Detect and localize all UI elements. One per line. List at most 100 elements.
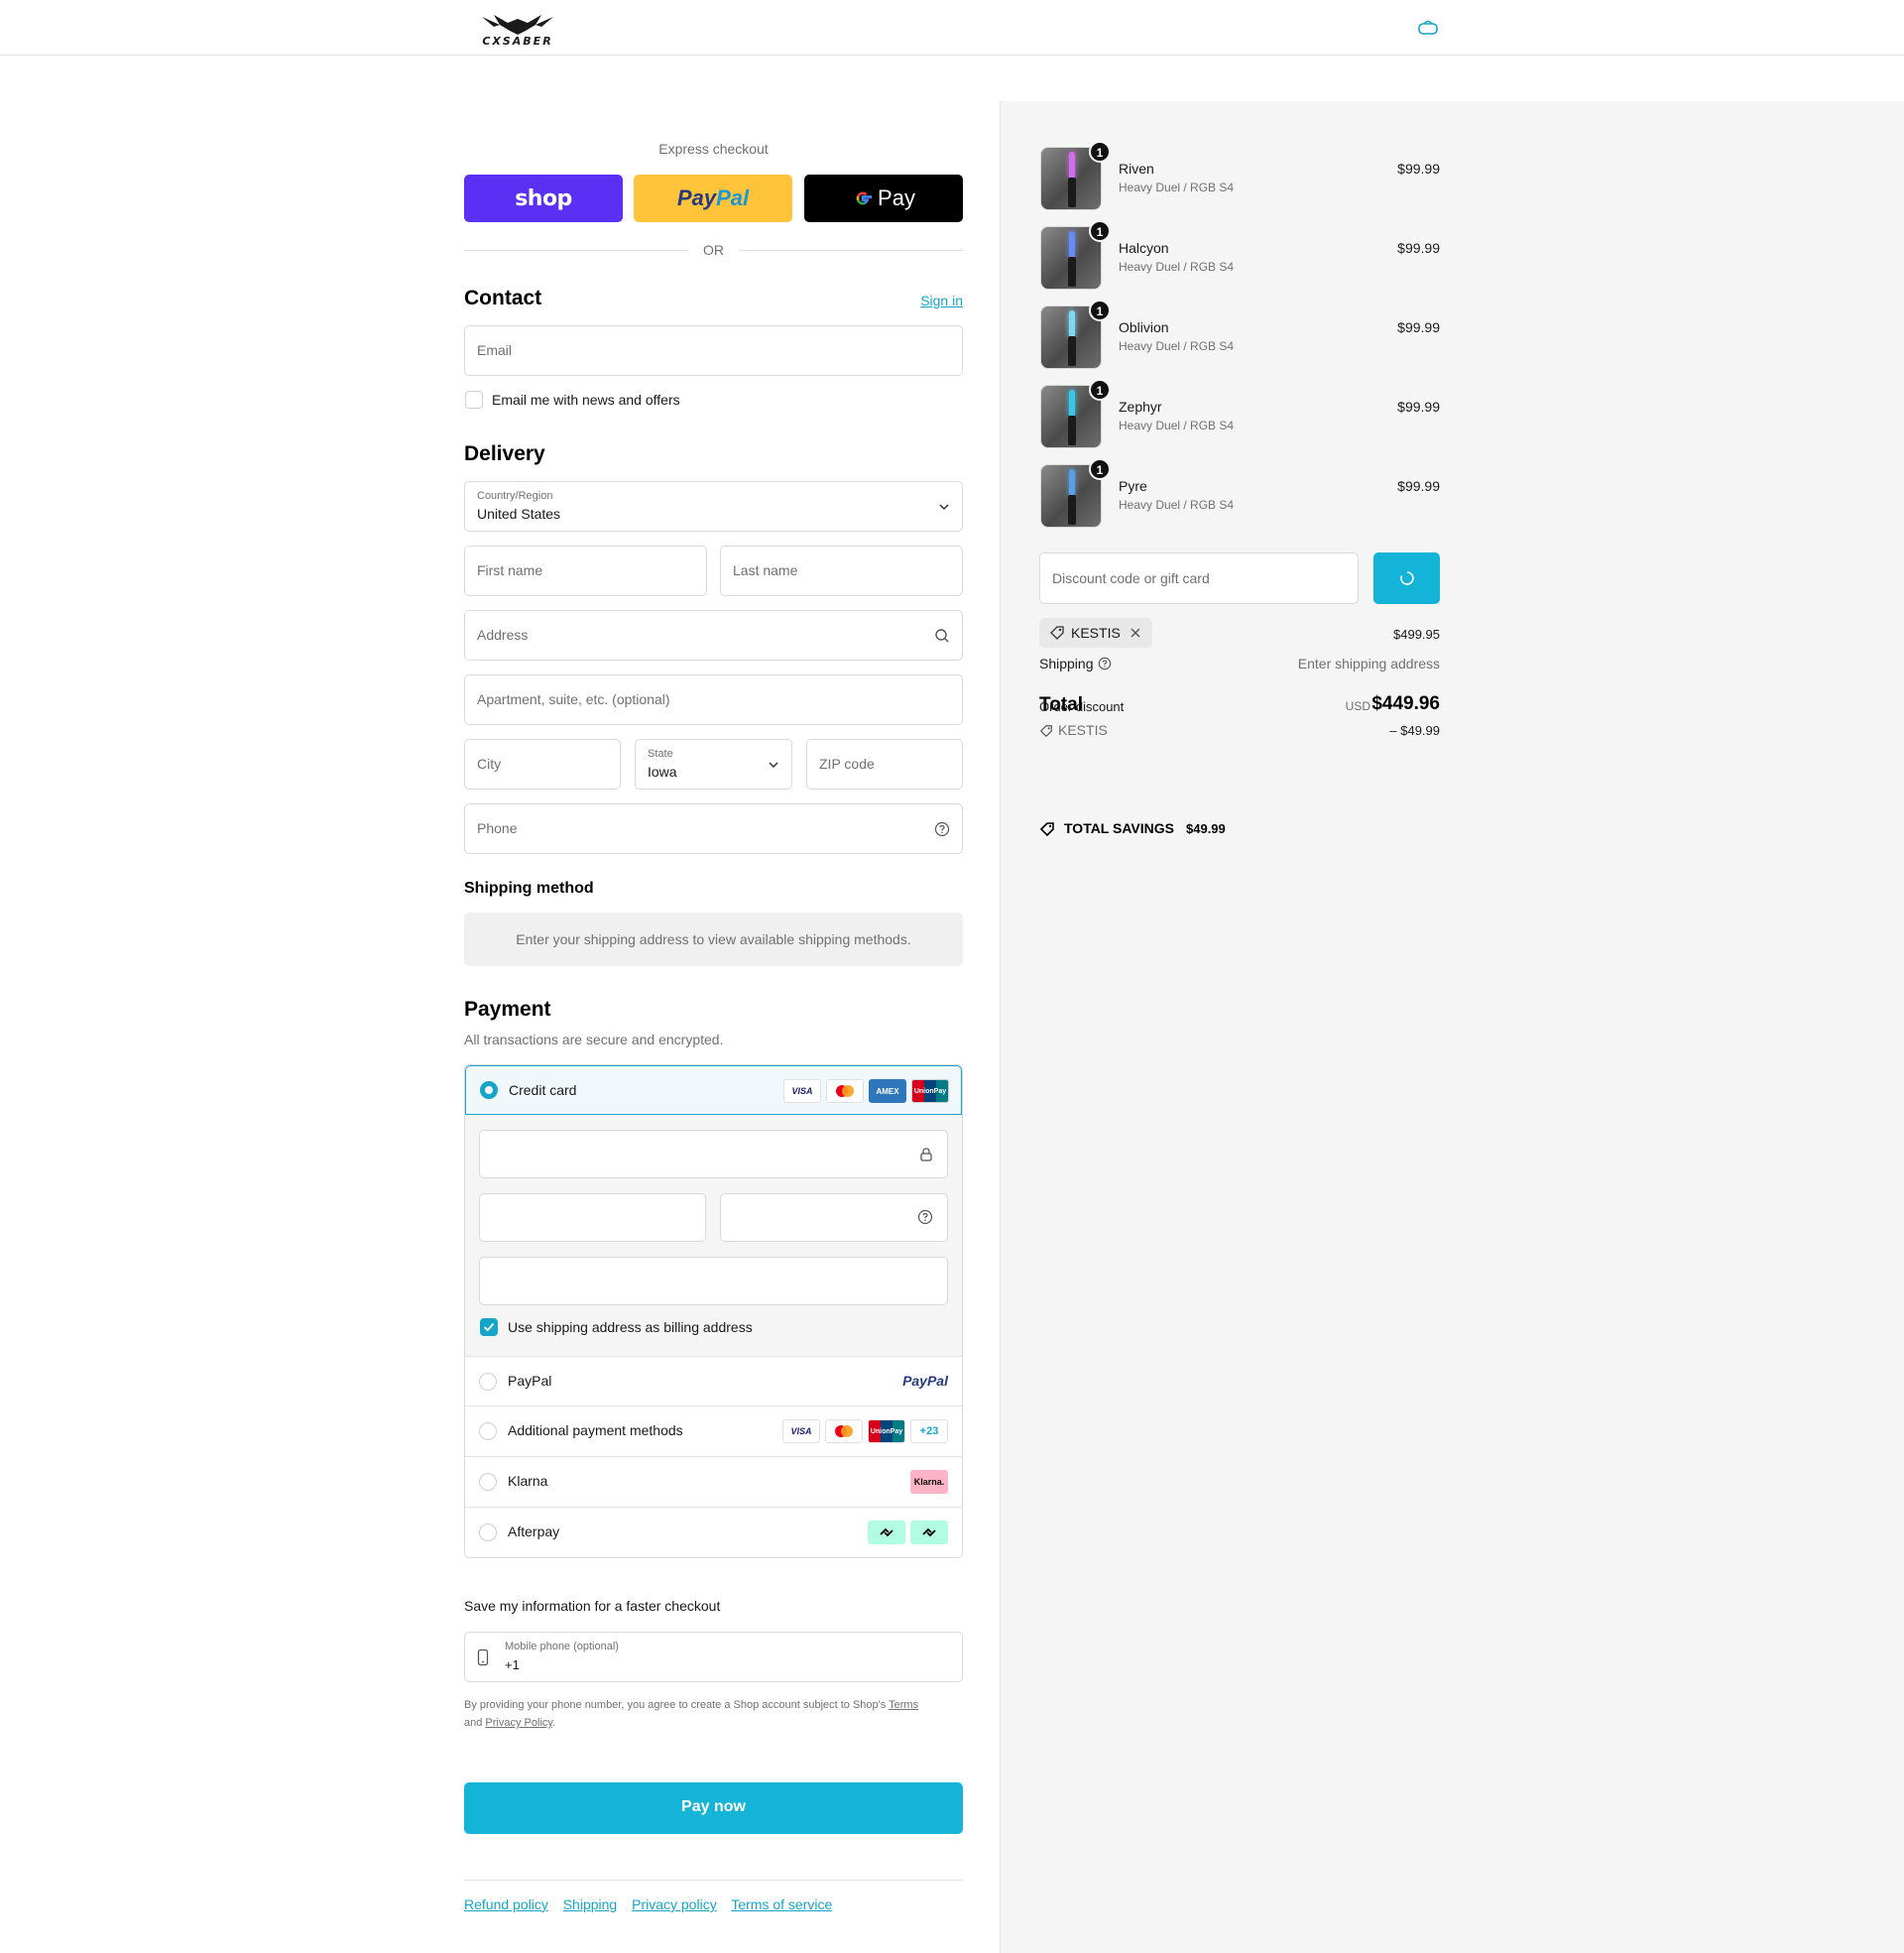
terms-link[interactable]: Terms (889, 1699, 918, 1711)
item-variant: Heavy Duel / RGB S4 (1119, 419, 1235, 432)
credit-card-form: Use shipping address as billing address (465, 1115, 962, 1356)
disclaimer-end: . (552, 1717, 556, 1729)
mobile-phone-field[interactable]: Mobile phone (optional) +1 (464, 1632, 963, 1682)
klarna-radio[interactable] (479, 1473, 497, 1491)
cart-item: 1 Zephyr Heavy Duel / RGB S4 $99.99 (1039, 379, 1440, 448)
visa-icon: VISA (782, 1419, 820, 1443)
item-name: Riven (1119, 161, 1154, 177)
afterpay-radio[interactable] (479, 1524, 497, 1541)
bag-icon[interactable] (1417, 19, 1439, 37)
credit-card-option[interactable]: Credit card VISA AMEX UnionPay (465, 1065, 962, 1115)
paypal-option[interactable]: PayPal PayPal (465, 1356, 962, 1406)
payment-methods: Credit card VISA AMEX UnionPay Use shipp… (464, 1064, 963, 1558)
state-select[interactable]: State Iowa (635, 739, 792, 790)
expiration-field[interactable] (479, 1193, 706, 1242)
logo-text: CXSABER (482, 35, 552, 47)
privacy-policy-link[interactable]: Privacy Policy (485, 1717, 552, 1729)
city-field[interactable]: City (464, 739, 621, 790)
apply-discount-button[interactable] (1373, 552, 1440, 604)
help-icon[interactable] (934, 821, 950, 837)
google-g-icon (856, 191, 873, 205)
close-icon[interactable] (1130, 627, 1141, 639)
phone-placeholder: Phone (477, 820, 518, 836)
chevron-down-icon (769, 762, 778, 769)
google-pay-button[interactable]: Pay (804, 175, 963, 222)
express-checkout-title: Express checkout (658, 141, 769, 157)
address-placeholder: Address (477, 627, 529, 643)
cxsaber-logo[interactable]: CXSABER (464, 9, 571, 47)
credit-card-radio[interactable] (480, 1081, 498, 1099)
first-name-field[interactable]: First name (464, 546, 707, 596)
name-on-card-field[interactable] (479, 1257, 948, 1305)
help-icon[interactable] (917, 1209, 933, 1225)
lightsaber-hilt (1068, 495, 1076, 525)
quantity-badge: 1 (1089, 379, 1111, 401)
country-select[interactable]: Country/Region United States (464, 481, 963, 532)
mobile-phone-value: +1 (505, 1657, 520, 1672)
total-savings-label: TOTAL SAVINGS (1064, 820, 1174, 836)
refund-policy-link[interactable]: Refund policy (464, 1896, 548, 1912)
country-value: United States (477, 506, 561, 522)
paypal-radio[interactable] (479, 1373, 497, 1391)
afterpay-option[interactable]: Afterpay (465, 1507, 962, 1557)
paypal-option-label: PayPal (508, 1373, 552, 1389)
address-field[interactable]: Address (464, 610, 963, 661)
item-price: $99.99 (1397, 478, 1440, 494)
contact-title: Contact (464, 287, 542, 309)
zip-field[interactable]: ZIP code (806, 739, 963, 790)
newsletter-label: Email me with news and offers (492, 392, 680, 408)
lightsaber-blade (1069, 310, 1075, 338)
discount-placeholder: Discount code or gift card (1052, 570, 1210, 586)
tag-icon (1039, 725, 1052, 738)
klarna-option[interactable]: Klarna Klarna. (465, 1456, 962, 1507)
mobile-phone-label: Mobile phone (optional) (505, 1641, 619, 1652)
order-summary-background (1000, 101, 1904, 1953)
lightsaber-hilt (1068, 336, 1076, 366)
save-info-title: Save my information for a faster checkou… (464, 1598, 721, 1614)
item-name: Zephyr (1119, 399, 1162, 415)
paypal-express-button[interactable]: Pay Pal (634, 175, 792, 222)
pay-now-button[interactable]: Pay now (464, 1782, 963, 1834)
total-value: $449.96 (1371, 693, 1440, 714)
shop-disclaimer: By providing your phone number, you agre… (464, 1696, 963, 1732)
sign-in-link[interactable]: Sign in (920, 293, 963, 308)
search-icon (935, 629, 949, 643)
mobile-phone-icon (477, 1648, 489, 1666)
disclaimer-text: By providing your phone number, you agre… (464, 1699, 887, 1711)
help-icon[interactable] (1098, 657, 1112, 671)
card-number-field[interactable] (479, 1130, 948, 1178)
item-variant: Heavy Duel / RGB S4 (1119, 498, 1235, 512)
terms-of-service-link[interactable]: Terms of service (731, 1896, 832, 1912)
email-field[interactable]: Email (464, 325, 963, 376)
lightsaber-blade (1069, 152, 1075, 180)
country-label: Country/Region (477, 490, 553, 502)
state-value: Iowa (648, 764, 677, 780)
unionpay-icon: UnionPay (911, 1079, 949, 1103)
shop-pay-button[interactable]: shop (464, 175, 623, 222)
klarna-label: Klarna (508, 1473, 548, 1489)
footer-links: Refund policy Shipping Privacy policy Te… (464, 1896, 843, 1912)
afterpay-icon (868, 1521, 905, 1544)
billing-same-checkbox[interactable] (480, 1318, 498, 1336)
billing-same-label: Use shipping address as billing address (508, 1319, 753, 1335)
phone-field[interactable]: Phone (464, 803, 963, 854)
cart-item: 1 Halcyon Heavy Duel / RGB S4 $99.99 (1039, 220, 1440, 290)
tag-icon (1039, 822, 1054, 837)
additional-payment-option[interactable]: Additional payment methods VISA UnionPay… (465, 1405, 962, 1456)
apartment-field[interactable]: Apartment, suite, etc. (optional) (464, 674, 963, 725)
security-code-field[interactable] (720, 1193, 948, 1242)
quantity-badge: 1 (1089, 300, 1111, 321)
discount-code-field[interactable]: Discount code or gift card (1039, 552, 1359, 604)
disclaimer-and: and (464, 1717, 483, 1729)
item-name: Halcyon (1119, 240, 1169, 256)
last-name-field[interactable]: Last name (720, 546, 963, 596)
afterpay-icon (910, 1521, 948, 1544)
zip-placeholder: ZIP code (819, 756, 875, 772)
newsletter-checkbox[interactable] (465, 391, 483, 409)
paypal-label-pay: Pay (676, 185, 717, 210)
additional-payment-radio[interactable] (479, 1422, 497, 1440)
quantity-badge: 1 (1089, 458, 1111, 480)
shipping-policy-link[interactable]: Shipping (563, 1896, 618, 1912)
privacy-policy-footer-link[interactable]: Privacy policy (632, 1896, 717, 1912)
payment-subtitle: All transactions are secure and encrypte… (464, 1032, 724, 1047)
